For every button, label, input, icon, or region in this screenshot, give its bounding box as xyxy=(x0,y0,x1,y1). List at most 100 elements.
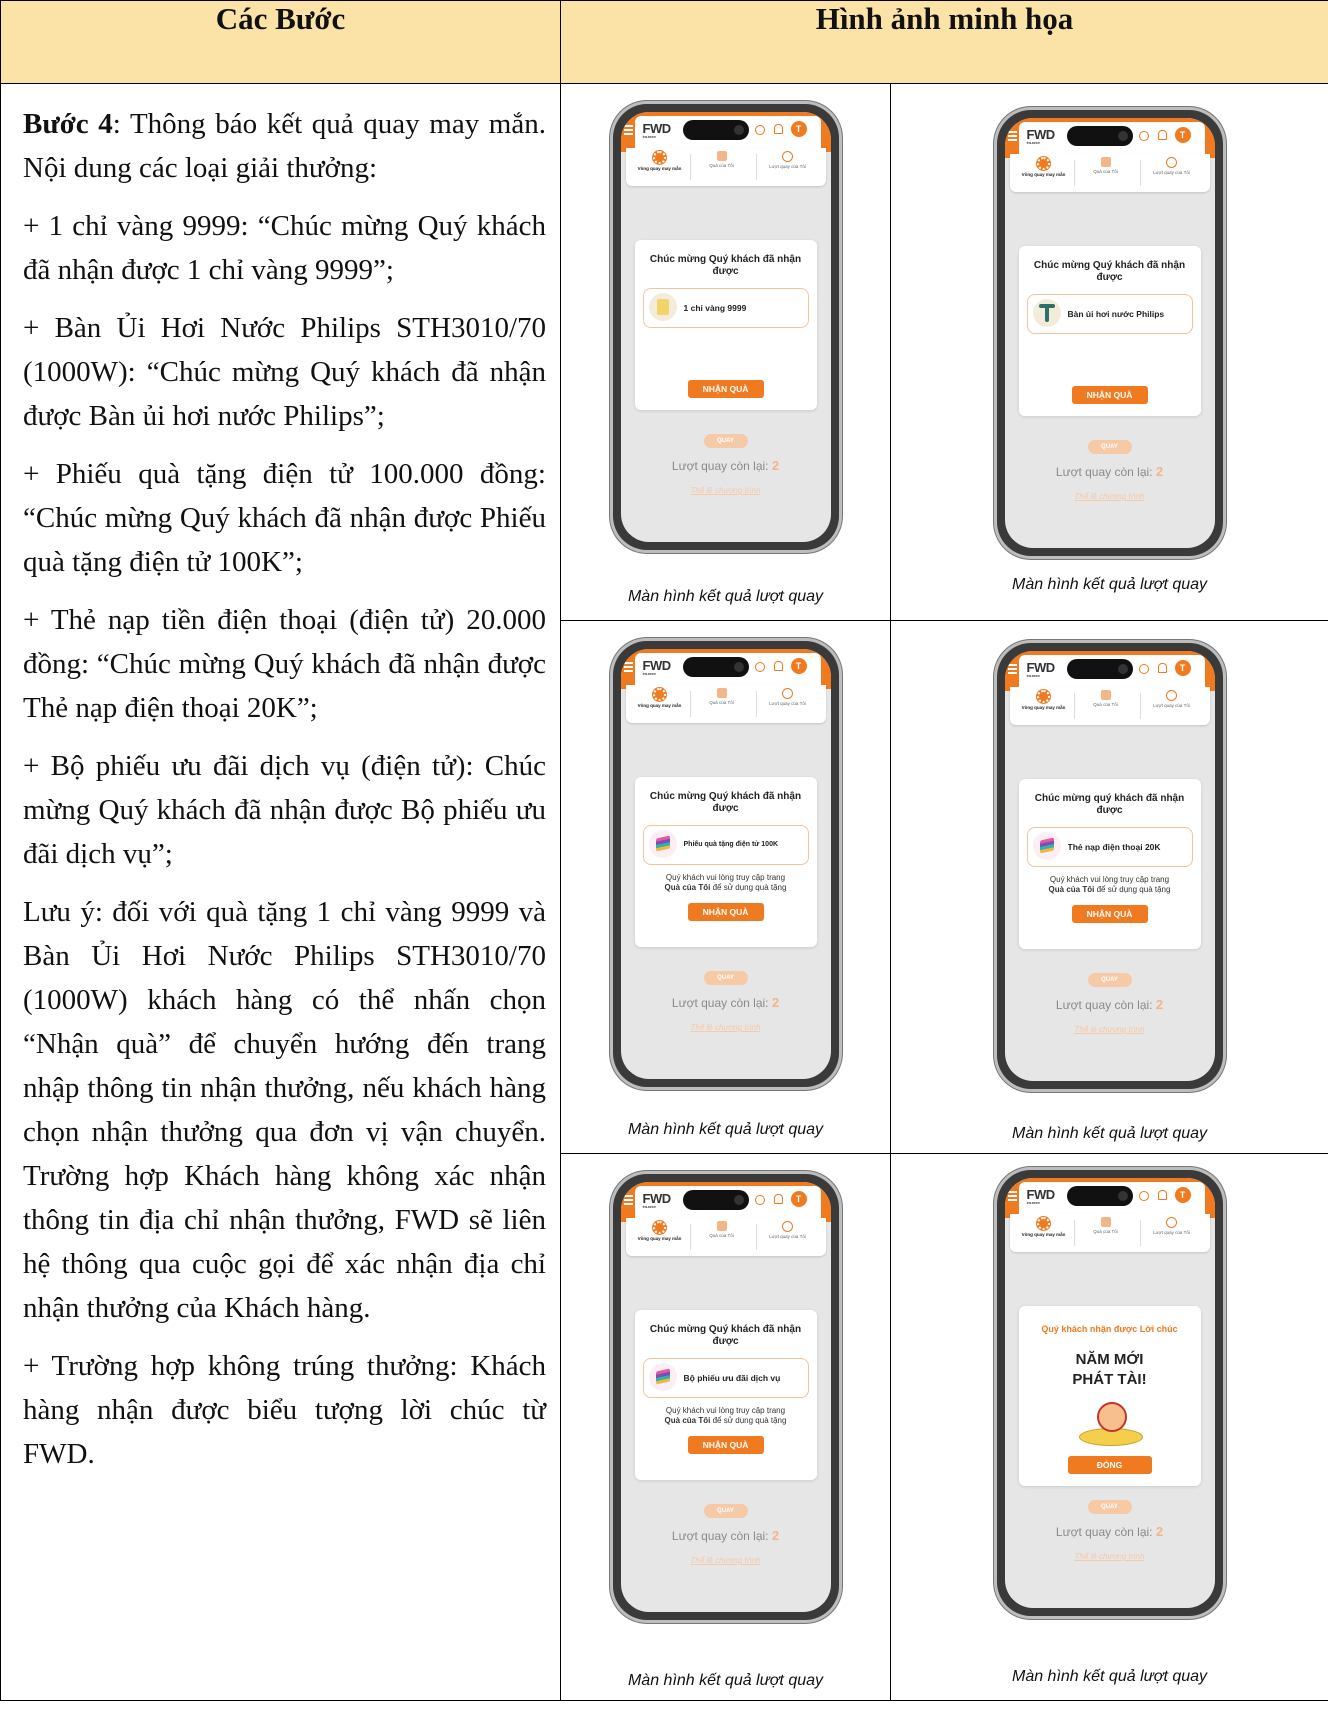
rules-link[interactable]: Thể lệ chương trình xyxy=(1005,1025,1215,1034)
menu-icon[interactable] xyxy=(623,662,633,672)
fwd-logo: FWD Insurance xyxy=(1026,127,1056,145)
bell-icon[interactable] xyxy=(1157,1190,1167,1200)
tab-my-spins[interactable]: Lượt quay của Tôi xyxy=(758,688,818,706)
tab-my-gifts[interactable]: Quà của Tôi xyxy=(692,1221,752,1238)
phone-mockup: FWD Insurance T Vòng quay may mắn Quà của… xyxy=(612,104,839,550)
tab-my-gifts[interactable]: Quà của Tôi xyxy=(1076,690,1136,707)
rules-link[interactable]: Thể lệ chương trình xyxy=(1005,492,1215,501)
tab-bar: Vòng quay may mắn Quà của Tôi Lượt quay … xyxy=(1009,1214,1210,1252)
wheel-icon xyxy=(653,688,666,701)
camera-notch xyxy=(1066,126,1133,146)
avatar[interactable]: T xyxy=(1174,660,1191,676)
result-title: Chúc mừng quý khách đã nhận được xyxy=(1034,793,1185,816)
tab-lucky-wheel[interactable]: Vòng quay may mắn xyxy=(1014,1217,1074,1237)
gift-note: Quý khách vui lòng truy cập trang Quà của… xyxy=(1048,875,1171,894)
claim-button[interactable]: NHẬN QUÀ xyxy=(1071,905,1148,923)
prize-box: Bàn ủi hơi nước Philips xyxy=(1026,294,1193,334)
step-heading: Bước 4: Thông báo kết quả quay may mắn. … xyxy=(23,102,546,190)
iron-icon xyxy=(1032,299,1061,327)
avatar[interactable]: T xyxy=(790,1191,807,1207)
steps-cell: Bước 4: Thông báo kết quả quay may mắn. … xyxy=(0,83,561,1701)
remaining-spins: Lượt quay còn lại: 2 xyxy=(671,458,780,473)
spin-button[interactable]: QUAY xyxy=(1087,440,1132,454)
avatar[interactable]: T xyxy=(790,658,807,674)
result-card: Chúc mừng Quý khách đã nhận được Bộ phiế… xyxy=(634,1310,817,1480)
rules-link[interactable]: Thể lệ chương trình xyxy=(1005,1552,1215,1561)
illustration-cell-6: FWD Insurance T Vòng quay may mắn Quà của… xyxy=(889,1153,1328,1701)
rules-link[interactable]: Thể lệ chương trình xyxy=(621,1023,831,1032)
menu-icon[interactable] xyxy=(623,1195,633,1205)
claim-button[interactable]: NHẬN QUÀ xyxy=(687,380,764,398)
help-icon[interactable] xyxy=(1138,1191,1149,1201)
tab-my-spins[interactable]: Lượt quay của Tôi xyxy=(1142,1217,1202,1235)
spin-button[interactable]: QUAY xyxy=(703,1504,748,1518)
claim-button[interactable]: NHẬN QUÀ xyxy=(1071,386,1148,404)
bell-icon[interactable] xyxy=(1157,130,1167,140)
fwd-logo: FWD Insurance xyxy=(1026,1187,1056,1205)
phone-mockup: FWD Insurance T Vòng quay may mắn Quà của… xyxy=(996,1170,1223,1616)
avatar[interactable]: T xyxy=(1174,127,1191,143)
result-title: Chúc mừng Quý khách đã nhận được xyxy=(649,1324,802,1347)
menu-icon[interactable] xyxy=(1007,1191,1017,1201)
tab-my-spins[interactable]: Lượt quay của Tôi xyxy=(1142,690,1202,708)
tab-my-gifts[interactable]: Quà của Tôi xyxy=(692,151,752,168)
remaining-spins: Lượt quay còn lại: 2 xyxy=(1055,464,1164,479)
tab-lucky-wheel[interactable]: Vòng quay may mắn xyxy=(1014,690,1074,710)
bell-icon[interactable] xyxy=(773,661,783,671)
help-icon[interactable] xyxy=(754,1195,765,1205)
help-icon[interactable] xyxy=(754,125,765,135)
gold-icon xyxy=(648,293,677,321)
rules-link[interactable]: Thể lệ chương trình xyxy=(621,1556,831,1565)
illustration-cell-3: FWD Insurance T Vòng quay may mắn Quà của… xyxy=(560,620,891,1154)
clock-icon xyxy=(1166,690,1177,701)
clock-icon xyxy=(782,1221,793,1232)
tab-lucky-wheel[interactable]: Vòng quay may mắn xyxy=(630,688,690,708)
result-title: Chúc mừng Quý khách đã nhận được xyxy=(649,791,802,814)
tab-my-spins[interactable]: Lượt quay của Tôi xyxy=(758,151,818,169)
phone-mockup: FWD Insurance T Vòng quay may mắn Quà của… xyxy=(996,643,1223,1089)
help-icon[interactable] xyxy=(1138,664,1149,674)
tab-my-gifts[interactable]: Quà của Tôi xyxy=(1076,157,1136,174)
gift-icon xyxy=(1100,1217,1111,1227)
tab-my-gifts[interactable]: Quà của Tôi xyxy=(692,688,752,705)
clock-icon xyxy=(782,688,793,699)
avatar[interactable]: T xyxy=(1174,1187,1191,1203)
tab-lucky-wheel[interactable]: Vòng quay may mắn xyxy=(630,151,690,171)
gift-icon xyxy=(716,151,727,161)
step-label: Bước 4 xyxy=(23,108,113,140)
wish-card: Quý khách nhận được Lời chúc NĂM MỚI PHÁT… xyxy=(1018,1306,1201,1486)
tab-my-spins[interactable]: Lượt quay của Tôi xyxy=(1142,157,1202,175)
remaining-spins: Lượt quay còn lại: 2 xyxy=(1055,1524,1164,1539)
header-illustrations: Hình ảnh minh họa xyxy=(559,0,1328,84)
help-icon[interactable] xyxy=(754,662,765,672)
illustration-cell-4: FWD Insurance T Vòng quay may mắn Quà của… xyxy=(889,620,1328,1154)
bell-icon[interactable] xyxy=(773,124,783,134)
avatar[interactable]: T xyxy=(790,121,807,137)
menu-icon[interactable] xyxy=(1007,131,1017,141)
spin-button[interactable]: QUAY xyxy=(703,434,748,448)
spin-button[interactable]: QUAY xyxy=(1087,973,1132,987)
claim-button[interactable]: NHẬN QUÀ xyxy=(687,1436,764,1454)
claim-button[interactable]: NHẬN QUÀ xyxy=(687,903,764,921)
menu-icon[interactable] xyxy=(1007,664,1017,674)
tab-my-gifts[interactable]: Quà của Tôi xyxy=(1076,1217,1136,1234)
spin-button[interactable]: QUAY xyxy=(1087,1500,1132,1514)
spin-button[interactable]: QUAY xyxy=(703,971,748,985)
tab-my-spins[interactable]: Lượt quay của Tôi xyxy=(758,1221,818,1239)
close-button[interactable]: ĐÓNG xyxy=(1067,1456,1152,1474)
tab-lucky-wheel[interactable]: Vòng quay may mắn xyxy=(630,1221,690,1241)
menu-icon[interactable] xyxy=(623,125,633,135)
wheel-icon xyxy=(653,1221,666,1234)
bell-icon[interactable] xyxy=(773,1194,783,1204)
remaining-spins: Lượt quay còn lại: 2 xyxy=(1055,997,1164,1012)
steps-text: Bước 4: Thông báo kết quả quay may mắn. … xyxy=(1,84,560,1476)
bell-icon[interactable] xyxy=(1157,663,1167,673)
help-icon[interactable] xyxy=(1138,131,1149,141)
phone-mockup: FWD Insurance T Vòng quay may mắn Quà của… xyxy=(612,1174,839,1620)
tab-lucky-wheel[interactable]: Vòng quay may mắn xyxy=(1014,157,1074,177)
rules-link[interactable]: Thể lệ chương trình xyxy=(621,486,831,495)
steps-table: Các Bước Hình ảnh minh họa Bước 4: Thông… xyxy=(0,0,1328,1701)
gift-icon xyxy=(716,1221,727,1231)
caption: Màn hình kết quả lượt quay xyxy=(1011,1668,1208,1685)
fortune-god-mascot-icon xyxy=(1075,1398,1145,1448)
